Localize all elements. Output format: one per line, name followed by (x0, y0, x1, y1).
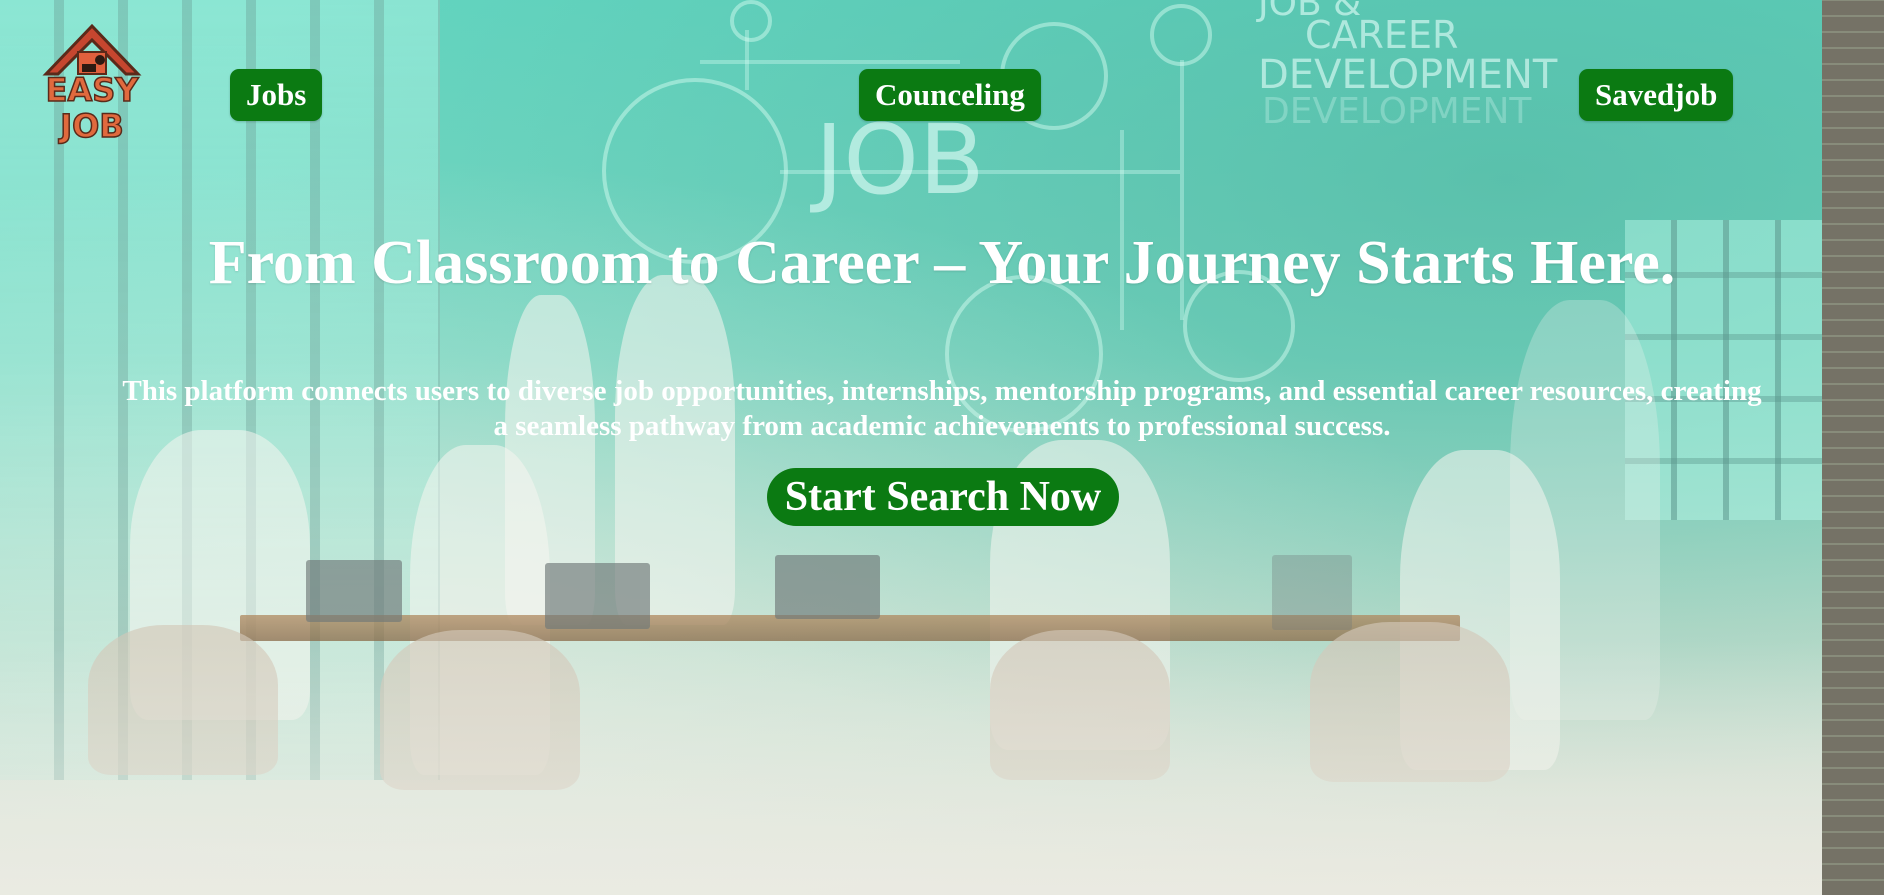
laptop-4 (1272, 555, 1352, 630)
board-career-line2: CAREER (1305, 13, 1459, 57)
board-job-text: JOB (815, 104, 985, 216)
board-line-2 (700, 60, 960, 64)
board-career-line3: DEVELOPMENT (1258, 52, 1558, 98)
hero-background-image: JOB JOB & CAREER DEVELOPMENT DEVELOPMENT (0, 0, 1884, 895)
easyjob-logo[interactable]: EASY JOB (38, 22, 146, 148)
laptop-2 (545, 563, 650, 629)
office-floor (0, 640, 1884, 895)
logo-text-easy: EASY (45, 71, 139, 109)
nav-savedjob-button[interactable]: Savedjob (1579, 69, 1734, 121)
laptop-1 (306, 560, 402, 622)
nav-jobs-button[interactable]: Jobs (230, 69, 323, 121)
logo-text-job: JOB (60, 107, 125, 145)
laptop-3 (775, 555, 880, 619)
start-search-button[interactable]: Start Search Now (767, 468, 1119, 526)
nav-counceling-button[interactable]: Counceling (859, 69, 1041, 121)
brick-wall (1822, 0, 1884, 895)
hero-subtitle: This platform connects users to diverse … (122, 375, 1762, 442)
board-circle-top (1150, 4, 1212, 66)
board-career-line4: DEVELOPMENT (1262, 91, 1532, 132)
board-circle-small (730, 0, 772, 42)
hero-headline: From Classroom to Career – Your Journey … (208, 229, 1676, 297)
